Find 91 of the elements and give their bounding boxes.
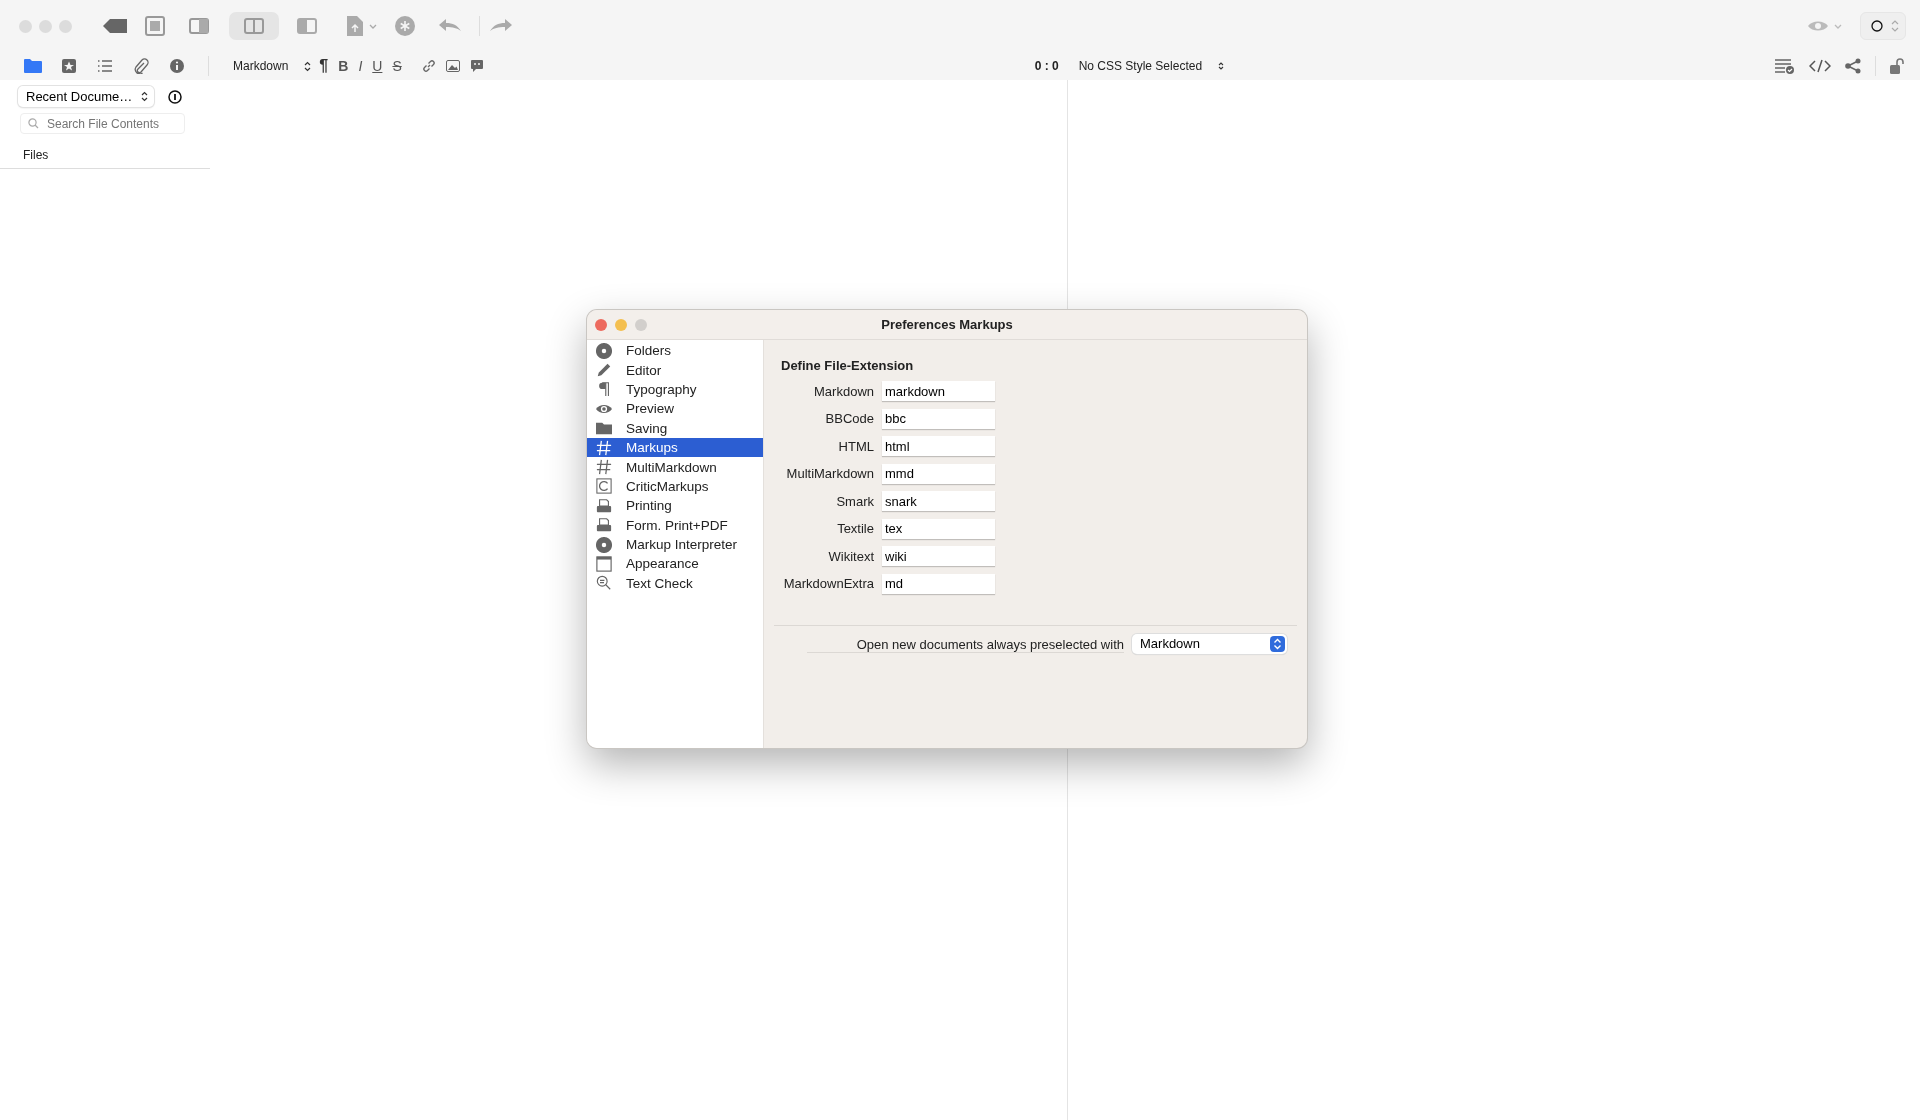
files-header: Files [23,148,49,162]
share-icon[interactable] [1845,58,1861,74]
category-item[interactable]: CriticMarkups [587,476,763,497]
section-heading: Define File-Extension [781,358,915,373]
field-label: Wikitext [827,548,874,564]
extension-field[interactable]: mmd [882,463,995,484]
field-label: Markdown [813,383,874,399]
eye-icon[interactable] [1808,20,1828,32]
field-label: MultiMarkdown [785,466,874,481]
extension-field[interactable]: snark [882,491,995,511]
window-icon [596,556,612,572]
folder-tab[interactable] [24,58,42,74]
pilcrow-icon [596,381,612,398]
field-label: HTML [837,438,874,454]
square-icon[interactable] [145,16,165,36]
underline-button[interactable]: U [370,58,385,74]
minimize-light[interactable] [615,318,627,331]
extension-field[interactable]: wiki [882,546,995,566]
mode-popup[interactable] [1860,12,1906,40]
comment-icon[interactable] [469,59,484,73]
field-label: MarkdownExtra [782,576,874,591]
category-item[interactable]: Typography [587,379,763,400]
extension-field[interactable]: markdown [882,381,995,401]
default-markup-label: Open new documents always preselected with [806,634,1124,653]
extension-field[interactable]: bbc [882,408,995,429]
info-tab[interactable] [168,58,186,74]
asterisk-icon[interactable] [395,16,415,36]
strikethrough-button[interactable]: S [390,58,404,74]
document-icon[interactable] [347,16,363,36]
field-label: Textile [836,521,874,536]
close-light[interactable] [595,318,607,331]
chevron-icon[interactable] [369,23,377,29]
info-icon[interactable] [168,89,182,104]
extension-field[interactable]: tex [882,518,995,539]
star-tab[interactable] [60,58,78,74]
extension-field[interactable]: md [882,573,995,594]
cursor-position: 0 : 0 [1034,59,1059,73]
split-view-button[interactable] [229,12,279,40]
image-icon[interactable] [445,60,460,72]
category-item[interactable]: Text Check [587,573,763,594]
recent-documents-popup[interactable]: Recent Docume… [18,86,154,107]
category-item[interactable]: Appearance [587,554,763,574]
category-item[interactable]: Printing [587,496,763,516]
category-item[interactable]: Form. Print+PDF [587,515,763,535]
sidebar-icon[interactable] [189,18,209,34]
field-label: Smark [835,493,874,509]
circle-icon [1871,20,1883,32]
stepper-icon [141,91,148,102]
sidebar-icon[interactable] [297,18,317,34]
magnifier-icon [596,575,612,592]
chevron-icon[interactable] [1834,23,1842,29]
category-item[interactable]: Preview [587,399,763,419]
stepper-icon [304,60,312,72]
printer-icon [596,497,612,514]
search-icon [28,118,39,129]
stepper-icon [1891,19,1899,33]
category-item[interactable]: Markups [587,437,763,458]
list-check-icon[interactable] [1775,58,1795,74]
zoom-light[interactable] [635,318,647,331]
folder-icon [596,420,612,437]
stepper-icon [1218,61,1225,71]
default-markup-popup[interactable]: Markdown [1132,633,1287,654]
unlocked-padlock-icon[interactable] [1890,58,1906,74]
printer-icon [596,517,612,534]
list-tab[interactable] [96,58,114,74]
category-item[interactable]: Folders [587,341,763,361]
hash-icon [596,439,612,456]
category-item[interactable]: Editor [587,360,763,380]
syntax-popup[interactable]: Markdown [233,59,312,73]
css-style-popup[interactable]: No CSS Style Selected [1078,59,1225,73]
pencil-icon [596,362,612,379]
extension-field[interactable]: html [882,436,995,456]
link-icon[interactable] [421,59,436,73]
hash-icon [596,459,612,476]
code-icon[interactable] [1809,59,1831,73]
stepper-icon [1270,635,1285,652]
redo-icon[interactable] [490,19,512,33]
category-item[interactable]: Markup Interpreter [587,534,763,555]
italic-button[interactable]: I [356,58,365,74]
bold-button[interactable]: B [336,58,351,74]
pilcrow-button[interactable]: ¶ [317,57,331,75]
split-view-icon [244,18,264,34]
copyright-icon [596,478,612,495]
search-field[interactable]: Search File Contents [20,113,185,134]
undo-icon[interactable] [439,19,461,33]
category-item[interactable]: Saving [587,418,763,438]
back-icon[interactable] [103,19,127,33]
paperclip-tab[interactable] [132,58,150,74]
field-label: BBCode [824,411,874,426]
dialog-title: Preferences Markups [881,317,1013,332]
category-item[interactable]: MultiMarkdown [587,457,763,477]
